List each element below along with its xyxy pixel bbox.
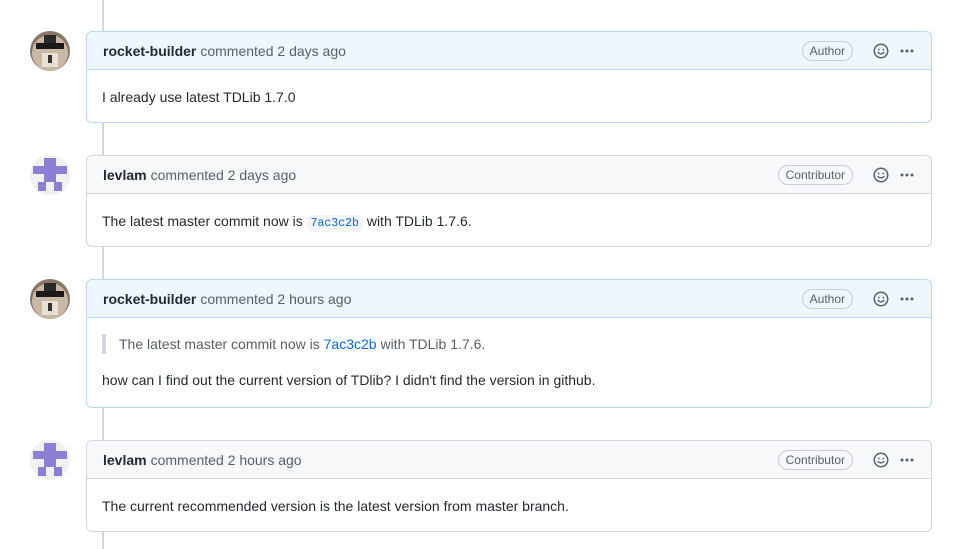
comment-text-prefix: The latest master commit now is — [102, 213, 303, 229]
comment-timestamp[interactable]: 2 hours ago — [277, 291, 351, 307]
comment-header: rocket-builder commented 2 days ago Auth… — [87, 32, 931, 70]
smiley-icon[interactable] — [871, 165, 891, 185]
comment-bubble: rocket-builder commented 2 days ago Auth… — [86, 31, 932, 123]
comment-action: commented — [150, 166, 224, 183]
comment-author-link[interactable]: rocket-builder — [103, 43, 196, 59]
smiley-icon[interactable] — [871, 450, 891, 470]
role-badge: Contributor — [777, 449, 853, 470]
comment-text: The latest master commit now is 7ac3c2b … — [102, 211, 916, 234]
comment-body: I already use latest TDLib 1.7.0 — [87, 87, 931, 107]
comment-timeline: rocket-builder commented 2 days ago Auth… — [0, 0, 961, 549]
comment-header: rocket-builder commented 2 hours ago Aut… — [87, 280, 931, 318]
comment-text-suffix: with TDLib 1.7.6. — [366, 213, 472, 229]
comment-header: levlam commented 2 days ago Contributor — [87, 156, 931, 194]
kebab-horizontal-icon[interactable] — [897, 289, 917, 309]
comment-timestamp[interactable]: 2 days ago — [228, 167, 297, 183]
comment-text: how can I find out the current version o… — [102, 372, 596, 388]
comment-body: The latest master commit now is 7ac3c2b … — [87, 211, 931, 234]
comment-author-link[interactable]: rocket-builder — [103, 291, 196, 307]
smiley-icon[interactable] — [871, 289, 891, 309]
comment-action: commented — [200, 290, 274, 307]
comment-author-link[interactable]: levlam — [103, 452, 147, 468]
comment-action: commented — [150, 451, 224, 468]
role-badge: Contributor — [777, 164, 853, 185]
comment-bubble: rocket-builder commented 2 hours ago Aut… — [86, 279, 932, 408]
role-badge: Author — [801, 40, 853, 61]
avatar-levlam[interactable] — [30, 440, 70, 480]
kebab-horizontal-icon[interactable] — [897, 165, 917, 185]
quote-text-prefix: The latest master commit now is — [119, 336, 320, 352]
comment-text: I already use latest TDLib 1.7.0 — [102, 89, 296, 105]
comment-author-link[interactable]: levlam — [103, 167, 147, 183]
comment-header: levlam commented 2 hours ago Contributor — [87, 441, 931, 479]
blockquote: The latest master commit now is 7ac3c2b … — [102, 334, 916, 354]
comment-bubble: levlam commented 2 hours ago Contributor… — [86, 440, 932, 532]
kebab-horizontal-icon[interactable] — [897, 450, 917, 470]
comment-body: The current recommended version is the l… — [87, 496, 931, 516]
kebab-horizontal-icon[interactable] — [897, 41, 917, 61]
comment-bubble: levlam commented 2 days ago Contributor … — [86, 155, 932, 247]
smiley-icon[interactable] — [871, 41, 891, 61]
comment-body: The latest master commit now is 7ac3c2b … — [87, 334, 931, 390]
role-badge: Author — [801, 288, 853, 309]
comment-text: The current recommended version is the l… — [102, 498, 569, 514]
avatar-rocket-builder[interactable] — [30, 279, 70, 319]
commit-sha-link[interactable]: 7ac3c2b — [324, 336, 377, 352]
comment-timestamp[interactable]: 2 days ago — [277, 43, 346, 59]
comment-timestamp[interactable]: 2 hours ago — [228, 452, 302, 468]
commit-sha-link[interactable]: 7ac3c2b — [306, 215, 363, 232]
comment-action: commented — [200, 42, 274, 59]
avatar-rocket-builder[interactable] — [30, 31, 70, 71]
avatar-levlam[interactable] — [30, 155, 70, 195]
quote-text-suffix: with TDLib 1.7.6. — [380, 336, 486, 352]
